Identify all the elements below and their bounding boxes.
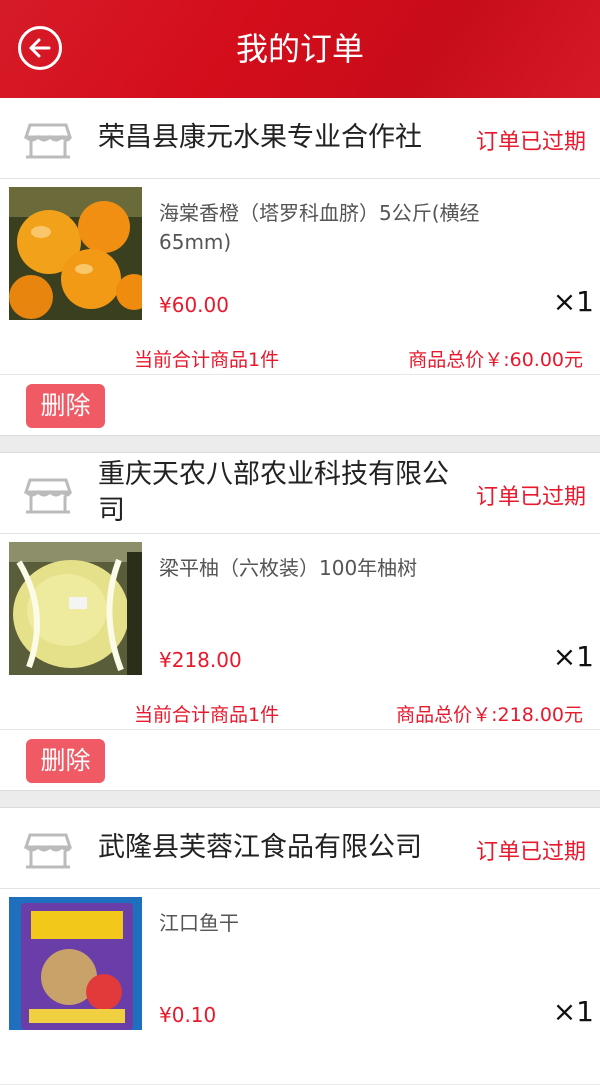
order-card: 重庆天农八部农业科技有限公司 订单已过期 梁平柚（六枚装）100年柚树 ¥218…	[0, 453, 600, 790]
product-quantity: ×1	[552, 640, 594, 673]
order-status: 订单已过期	[475, 130, 586, 155]
order-status: 订单已过期	[475, 840, 586, 865]
product-quantity: ×1	[552, 995, 594, 1028]
divider	[0, 790, 600, 808]
delete-button[interactable]: 删除	[26, 384, 105, 428]
shop-name: 武隆县芙蓉江食品有限公司	[98, 832, 422, 863]
product-name: 梁平柚（六枚装）100年柚树	[159, 556, 418, 580]
action-row: 删除	[0, 730, 600, 790]
product-price: ¥218.00	[159, 648, 242, 672]
product-name: 海棠香橙（塔罗科血脐）5公斤(横经65mm)	[159, 201, 480, 254]
item-count: 当前合计商品1件	[134, 349, 280, 371]
product-price: ¥60.00	[159, 293, 229, 317]
shop-icon	[23, 833, 73, 869]
product-row[interactable]: 江口鱼干 ¥0.10 ×1	[0, 889, 600, 1085]
order-card: 武隆县芙蓉江食品有限公司 订单已过期 江口鱼干 ¥0.10 ×1	[0, 808, 600, 1085]
product-image	[9, 542, 142, 675]
action-row: 删除	[0, 375, 600, 435]
order-list: 荣昌县康元水果专业合作社 订单已过期 海棠香橙（塔罗科血脐）5公斤(横经65mm…	[0, 98, 600, 1085]
divider	[0, 435, 600, 453]
shop-icon	[23, 123, 73, 159]
delete-button[interactable]: 删除	[26, 739, 105, 783]
item-count: 当前合计商品1件	[134, 704, 280, 726]
order-status: 订单已过期	[475, 485, 586, 510]
page-title: 我的订单	[235, 30, 364, 68]
product-image	[9, 187, 142, 320]
shop-name: 荣昌县康元水果专业合作社	[98, 122, 422, 153]
shop-icon	[23, 478, 73, 514]
product-row[interactable]: 梁平柚（六枚装）100年柚树 ¥218.00 ×1 当前合计商品1件 商品总价￥…	[0, 534, 600, 730]
shop-row[interactable]: 武隆县芙蓉江食品有限公司 订单已过期	[0, 808, 600, 889]
shop-row[interactable]: 重庆天农八部农业科技有限公司 订单已过期	[0, 453, 600, 534]
product-name: 江口鱼干	[159, 911, 239, 935]
product-row[interactable]: 海棠香橙（塔罗科血脐）5公斤(横经65mm) ¥60.00 ×1 当前合计商品1…	[0, 179, 600, 375]
product-price: ¥0.10	[159, 1003, 217, 1027]
product-quantity: ×1	[552, 285, 594, 318]
order-card: 荣昌县康元水果专业合作社 订单已过期 海棠香橙（塔罗科血脐）5公斤(横经65mm…	[0, 98, 600, 435]
order-total: 商品总价￥:60.00元	[408, 349, 583, 371]
product-image	[9, 897, 142, 1030]
shop-row[interactable]: 荣昌县康元水果专业合作社 订单已过期	[0, 98, 600, 179]
header-bar: 我的订单	[0, 0, 600, 98]
order-total: 商品总价￥:218.00元	[396, 704, 583, 726]
shop-name: 重庆天农八部农业科技有限公司	[98, 459, 449, 526]
